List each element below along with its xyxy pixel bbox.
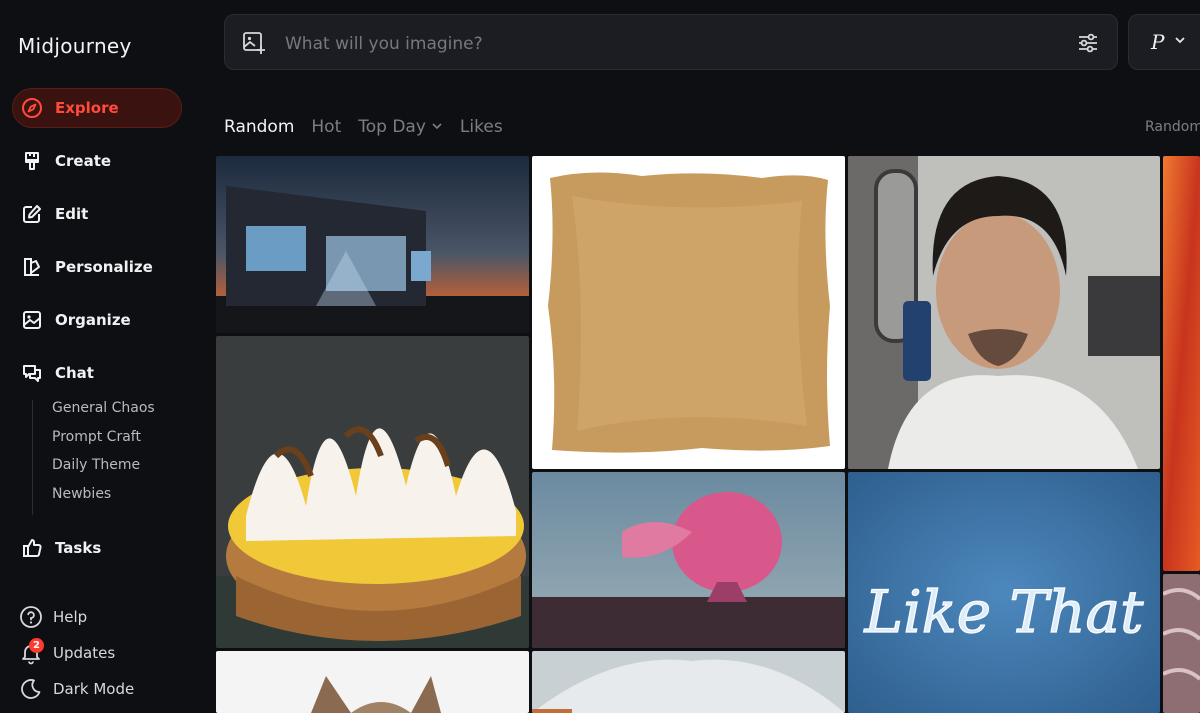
nav-create[interactable]: Create [12,141,182,181]
updates-badge: 2 [29,638,44,653]
nav-personalize-label: Personalize [55,258,153,276]
tab-hot[interactable]: Hot [311,117,341,137]
moon-icon [18,676,44,702]
gallery-image-parchment[interactable] [532,156,845,469]
tab-top-day-label: Top Day [358,117,426,137]
nav-organize[interactable]: Organize [12,300,182,340]
gallery-image-portrait-man[interactable] [848,156,1160,469]
bell-icon: 2 [18,638,44,666]
dark-mode-toggle[interactable]: Dark Mode [18,674,134,704]
chat-channel-newbies[interactable]: Newbies [52,486,155,515]
nav-organize-label: Organize [55,311,131,329]
gallery-image-like-that-text[interactable]: Like That [848,472,1160,713]
profile-initial: P [1151,30,1165,54]
nav-chat[interactable]: Chat [12,353,182,393]
chevron-down-icon [431,117,443,137]
gallery-image-meringue-tart[interactable] [216,336,529,648]
profile-menu-button[interactable]: P [1128,14,1200,70]
chat-icon [21,362,43,384]
feed-tabs: Random Hot Top Day Likes [224,117,520,137]
personalize-icon [21,256,43,278]
tab-likes[interactable]: Likes [460,117,503,137]
chevron-down-icon [1174,33,1186,51]
updates-label: Updates [53,644,116,662]
dark-mode-label: Dark Mode [53,680,135,698]
gallery-image-cat[interactable] [216,651,529,713]
chat-channel-general-chaos[interactable]: General Chaos [52,400,155,429]
tab-random[interactable]: Random [224,117,294,137]
gallery-image-orange-abstract[interactable] [1163,156,1200,571]
thumbs-up-icon [21,537,43,559]
nav-personalize[interactable]: Personalize [12,247,182,287]
sort-selector[interactable]: Random [1145,119,1200,135]
settings-sliders-icon[interactable] [1077,32,1099,59]
chat-channel-daily-theme[interactable]: Daily Theme [52,457,155,486]
like-that-text: Like That [864,578,1145,646]
compass-icon [21,97,43,119]
nav-chat-label: Chat [55,364,94,382]
nav-tasks-label: Tasks [55,539,102,557]
prompt-bar [224,14,1118,70]
nav-explore-label: Explore [55,99,119,117]
help-link[interactable]: Help [18,602,87,632]
nav-edit[interactable]: Edit [12,194,182,234]
image-icon [21,309,43,331]
tab-top-day[interactable]: Top Day [358,117,443,137]
chat-channel-list: General Chaos Prompt Craft Daily Theme N… [32,400,155,515]
sidebar: Midjourney Explore Create Edit Personali… [0,0,205,713]
prompt-input[interactable] [283,29,1047,59]
gallery-image-betta-fish[interactable] [532,472,845,648]
nav-edit-label: Edit [55,205,89,223]
help-label: Help [53,608,88,626]
add-image-icon[interactable] [241,30,267,61]
nav-tasks[interactable]: Tasks [12,528,182,568]
gallery-image-textured[interactable] [1163,574,1200,713]
brush-icon [21,150,43,172]
help-icon [18,604,44,630]
gallery-image-white-interior[interactable] [532,651,845,713]
gallery-image-concert-stage[interactable] [216,156,529,333]
updates-link[interactable]: 2 Updates [18,638,115,668]
nav-explore[interactable]: Explore [12,88,182,128]
nav-create-label: Create [55,152,112,170]
chat-channel-prompt-craft[interactable]: Prompt Craft [52,429,155,458]
brand-logo[interactable]: Midjourney [18,34,132,58]
edit-icon [21,203,43,225]
